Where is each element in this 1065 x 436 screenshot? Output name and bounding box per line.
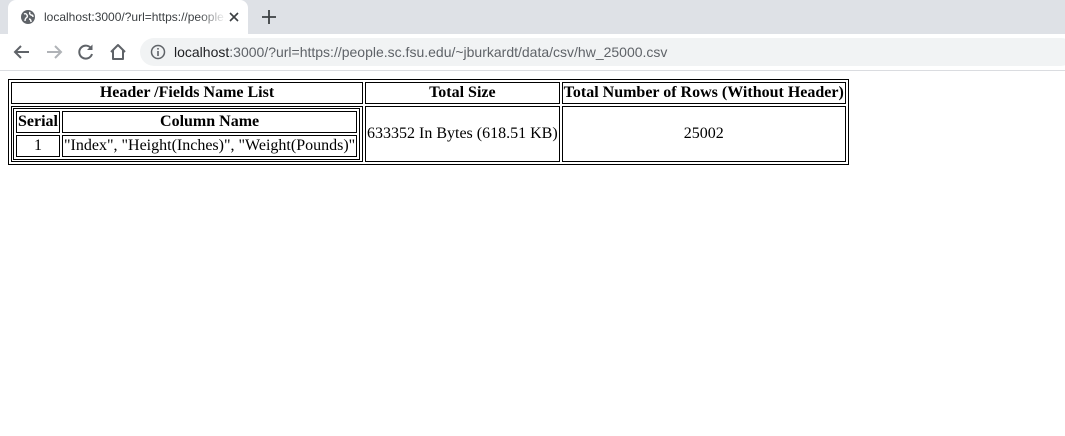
tab-strip: localhost:3000/?url=https://people.sc.fs… [0, 0, 1065, 34]
summary-data-row: Serial Column Name 1 "Index", "Height(In… [11, 106, 846, 162]
total-rows-cell: 25002 [561, 106, 846, 162]
rows-header: Total Number of Rows (Without Header) [561, 82, 846, 104]
forward-arrow-icon[interactable] [44, 42, 64, 62]
toolbar: localhost:3000/?url=https://people.sc.fs… [0, 34, 1065, 71]
summary-table: Header /Fields Name List Total Size Tota… [8, 79, 849, 165]
size-header: Total Size [365, 82, 560, 104]
home-icon[interactable] [108, 42, 128, 62]
globe-icon [20, 9, 36, 25]
table-row: 1 "Index", "Height(Inches)", "Weight(Pou… [16, 135, 358, 157]
url-text[interactable]: localhost:3000/?url=https://people.sc.fs… [174, 44, 667, 60]
info-icon[interactable] [150, 44, 166, 60]
fields-header: Header /Fields Name List [11, 82, 363, 104]
serial-cell: 1 [16, 135, 60, 157]
url-path: :3000/?url=https://people.sc.fsu.edu/~jb… [229, 44, 668, 60]
url-host: localhost [174, 44, 230, 60]
plus-icon[interactable] [260, 8, 278, 26]
column-name-header: Column Name [62, 111, 358, 133]
browser-tab[interactable]: localhost:3000/?url=https://people.sc.fs… [8, 0, 248, 34]
back-arrow-icon[interactable] [12, 42, 32, 62]
fields-table: Serial Column Name 1 "Index", "Height(In… [13, 108, 361, 160]
column-name-cell: "Index", "Height(Inches)", "Weight(Pound… [62, 135, 358, 157]
total-size-cell: 633352 In Bytes (618.51 KB) [365, 106, 560, 162]
fields-cell: Serial Column Name 1 "Index", "Height(In… [11, 106, 363, 162]
serial-header: Serial [16, 111, 60, 133]
page-content: Header /Fields Name List Total Size Tota… [8, 79, 849, 165]
tab-title: localhost:3000/?url=https://people.sc.fs… [44, 10, 226, 24]
reload-icon[interactable] [76, 42, 96, 62]
fields-header-row: Serial Column Name [16, 111, 358, 133]
close-icon[interactable] [226, 9, 242, 25]
summary-header-row: Header /Fields Name List Total Size Tota… [11, 82, 846, 104]
address-bar[interactable]: localhost:3000/?url=https://people.sc.fs… [140, 38, 1065, 66]
